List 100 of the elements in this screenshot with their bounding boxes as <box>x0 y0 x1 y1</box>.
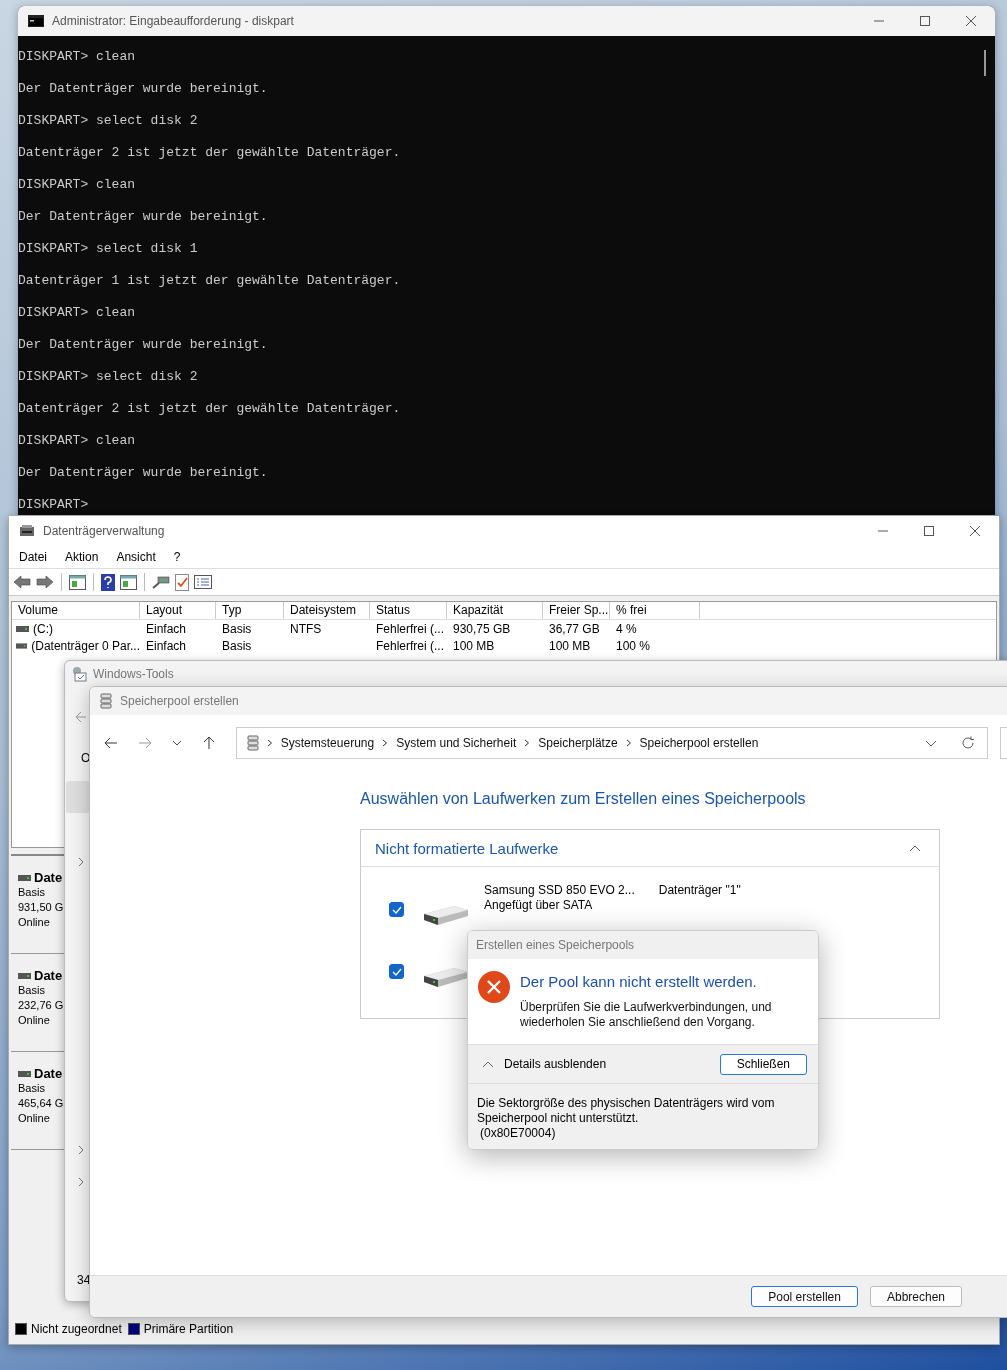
panel-icon[interactable] <box>69 574 86 590</box>
disk-number: Datenträger "1" <box>658 883 741 898</box>
table-cell: (C:) <box>33 621 53 636</box>
disk-name: Date <box>34 870 63 885</box>
disk-status: Online <box>18 1013 51 1028</box>
list-icon[interactable] <box>194 575 212 589</box>
column-header[interactable]: Volume <box>12 602 140 619</box>
chevron-icon[interactable] <box>77 857 85 867</box>
menu-item[interactable]: Datei <box>19 550 47 564</box>
chevron-icon[interactable] <box>382 739 389 747</box>
table-cell: (Datenträger 0 Par... <box>31 638 140 653</box>
breadcrumb-item[interactable]: Systemsteuerung <box>280 736 375 750</box>
checkbox[interactable] <box>389 902 404 917</box>
terminal-icon <box>28 15 44 27</box>
dropdown-icon[interactable] <box>925 739 938 747</box>
storage-icon <box>246 735 259 751</box>
maximize-icon[interactable] <box>923 525 935 537</box>
drive-icon <box>18 874 31 881</box>
forward-arrow-icon[interactable] <box>36 575 54 589</box>
error-hint: Überprüfen Sie die Laufwerkverbindungen, und wiederholen Sie anschließend den Vorgang. <box>520 1000 773 1030</box>
help-icon[interactable] <box>101 573 115 591</box>
menu-item[interactable]: Aktion <box>65 550 99 564</box>
menu-item[interactable]: ? <box>173 550 181 564</box>
console-line: Der Datenträger wurde bereinigt. <box>18 465 268 480</box>
up-arrow-icon[interactable] <box>201 736 216 750</box>
error-details: (0x80E70004) <box>479 1126 557 1141</box>
breadcrumb-item[interactable]: System und Sicherheit <box>396 736 517 750</box>
column-header[interactable]: Kapazität <box>447 602 543 619</box>
close-icon[interactable] <box>965 15 977 27</box>
disk-size: 465,64 G <box>18 1096 65 1111</box>
chevron-icon[interactable] <box>482 1060 494 1068</box>
menu-item[interactable]: Ansicht <box>116 550 156 564</box>
chevron-icon[interactable] <box>909 844 921 852</box>
console-line: Der Datenträger wurde bereinigt. <box>18 209 268 224</box>
close-icon[interactable] <box>969 525 981 537</box>
column-header[interactable]: Status <box>370 602 447 619</box>
dropdown-icon[interactable] <box>171 739 182 747</box>
table-cell: Fehlerfrei (... <box>376 638 444 653</box>
status-text: 34 <box>77 1273 91 1287</box>
disk-name: Date <box>34 1066 63 1081</box>
panel-icon[interactable] <box>120 574 137 590</box>
checkbox[interactable] <box>389 964 404 979</box>
window-title: Speicherpool erstellen <box>120 694 239 708</box>
table-cell: 36,77 GB <box>549 621 600 636</box>
breadcrumb-item[interactable]: Speicherpool erstellen <box>639 736 759 750</box>
back-arrow-icon[interactable] <box>13 575 31 589</box>
disk-management-icon <box>19 524 35 538</box>
drive-icon <box>16 625 29 632</box>
hard-drive-icon <box>424 966 468 988</box>
column-header[interactable]: Dateisystem <box>284 602 370 619</box>
details-toggle[interactable]: Details ausblenden <box>504 1057 607 1071</box>
column-header[interactable]: Freier Sp... <box>543 602 610 619</box>
drive-name: Samsung SSD 850 EVO 2... <box>484 883 635 898</box>
console-line: DISKPART> <box>18 497 89 512</box>
error-details: Die Sektorgröße des physischen Datenträgers wird vom Speicherpool nicht unterstützt. <box>477 1096 776 1126</box>
scrollbar[interactable] <box>984 50 986 76</box>
disk-type: Basis <box>18 983 46 998</box>
window-title: Administrator: Eingabeaufforderung - diskpart <box>52 14 294 28</box>
breadcrumb-item[interactable]: Speicherplätze <box>538 736 618 750</box>
maximize-icon[interactable] <box>919 15 931 27</box>
console-line: Datenträger 2 ist jetzt der gewählte Datenträger. <box>18 401 401 416</box>
disk-status: Online <box>18 915 51 930</box>
column-header[interactable]: Layout <box>140 602 216 619</box>
column-header[interactable]: % frei <box>610 602 700 619</box>
drive-search-icon[interactable] <box>152 574 170 590</box>
create-button[interactable]: Pool erstellen <box>751 1286 858 1307</box>
legend-label: Primäre Partition <box>143 1322 234 1336</box>
chevron-icon[interactable] <box>77 1145 85 1155</box>
dialog-title: Erstellen eines Speicherpools <box>476 938 635 952</box>
table-cell: Einfach <box>146 621 187 636</box>
chevron-icon[interactable] <box>625 739 632 747</box>
tools-icon <box>71 666 87 682</box>
drive-connection: Angefügt über SATA <box>484 898 594 913</box>
chevron-icon[interactable] <box>77 1177 85 1187</box>
chevron-icon[interactable] <box>266 739 273 747</box>
table-cell: Basis <box>222 638 252 653</box>
drive-icon <box>18 972 31 979</box>
close-button[interactable]: Schließen <box>719 1053 807 1075</box>
console-line: DISKPART> clean <box>18 177 136 192</box>
table-cell: NTFS <box>290 621 322 636</box>
column-header[interactable]: Typ <box>216 602 284 619</box>
window-title: Windows-Tools <box>93 667 174 681</box>
chevron-icon[interactable] <box>524 739 531 747</box>
disk-type: Basis <box>18 885 46 900</box>
checklist-icon[interactable] <box>175 573 189 591</box>
refresh-icon[interactable] <box>961 736 976 750</box>
back-arrow-icon[interactable] <box>104 736 118 750</box>
hard-drive-icon <box>424 904 468 926</box>
disk-name: Date <box>34 968 63 983</box>
console-line: DISKPART> select disk 1 <box>18 241 198 256</box>
console-line: DISKPART> clean <box>18 305 136 320</box>
console-line: DISKPART> clean <box>18 49 136 64</box>
address-bar[interactable]: Systemsteuerung System und Sicherheit Speicherplätze Speicherpool erstellen <box>235 727 989 759</box>
console-line: DISKPART> select disk 2 <box>18 369 198 384</box>
section-title[interactable]: Nicht formatierte Laufwerke <box>375 839 559 857</box>
table-cell: Basis <box>222 621 252 636</box>
forward-arrow-icon[interactable] <box>137 736 152 750</box>
table-cell: 4 % <box>616 621 637 636</box>
console-line: Datenträger 1 ist jetzt der gewählte Datenträger. <box>18 273 401 288</box>
cancel-button[interactable]: Abbrechen <box>869 1286 962 1307</box>
